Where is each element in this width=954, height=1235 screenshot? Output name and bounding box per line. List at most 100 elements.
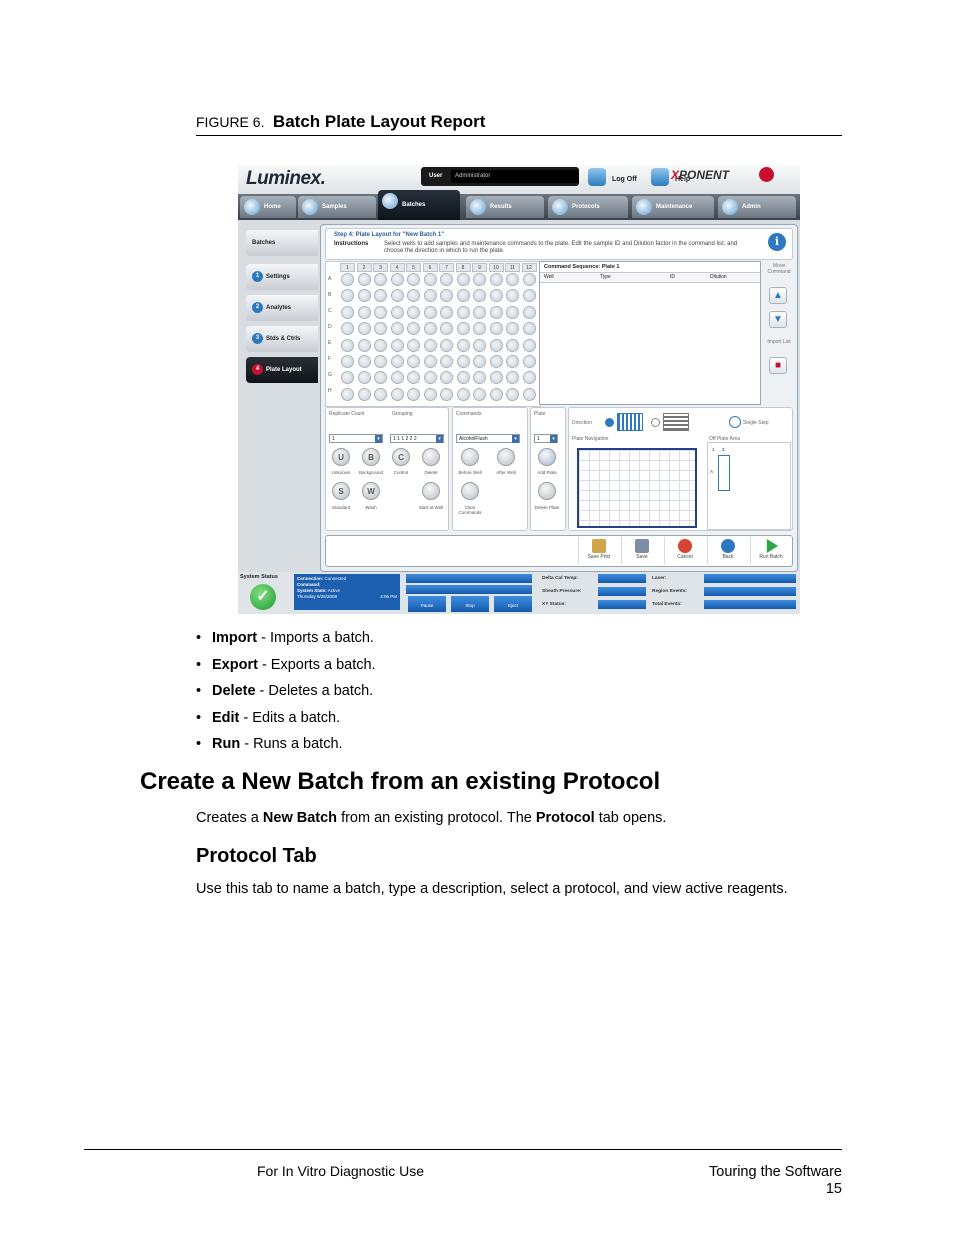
plate-well[interactable] <box>423 289 437 303</box>
cancel-button[interactable]: Cancel <box>664 537 705 564</box>
plate-column-header[interactable]: 12 <box>521 263 537 272</box>
after-well-button[interactable] <box>497 448 515 466</box>
wash-well-button[interactable]: W <box>362 482 380 500</box>
plate-well[interactable] <box>341 273 354 286</box>
plate-well[interactable] <box>390 371 404 385</box>
plate-well[interactable] <box>374 355 387 368</box>
sidebar-item-batches[interactable]: Batches <box>246 230 318 256</box>
plate-well[interactable] <box>423 322 437 336</box>
plate-well[interactable] <box>506 371 519 385</box>
plate-well[interactable] <box>374 322 387 336</box>
plate-well[interactable] <box>473 338 486 352</box>
plate-column-header[interactable]: 3 <box>373 263 388 272</box>
plate-well[interactable] <box>423 273 437 286</box>
plate-well[interactable] <box>341 322 354 336</box>
plate-row-header[interactable]: B <box>328 292 338 298</box>
plate-well[interactable] <box>357 338 371 352</box>
plate-well[interactable] <box>407 387 420 401</box>
plate-column-header[interactable]: 4 <box>389 263 405 272</box>
tab-admin[interactable]: Admin <box>718 196 796 218</box>
plate-well[interactable] <box>456 338 470 352</box>
plate-column-header[interactable]: 5 <box>406 263 421 272</box>
tab-protocols[interactable]: Protocols <box>548 196 628 218</box>
plate-well[interactable] <box>506 387 519 401</box>
plate-well[interactable] <box>357 387 371 401</box>
plate-well[interactable] <box>473 387 486 401</box>
plate-well[interactable] <box>473 273 486 286</box>
plate-well[interactable] <box>506 355 519 368</box>
plate-well[interactable] <box>522 289 536 303</box>
move-down-icon[interactable]: ▼ <box>769 311 787 328</box>
import-list-icon[interactable]: ■ <box>769 357 787 374</box>
save-button[interactable]: Save <box>621 537 662 564</box>
plate-well[interactable] <box>456 289 470 303</box>
help-icon[interactable] <box>651 168 669 186</box>
horizontal-direction-icon[interactable] <box>663 413 689 431</box>
plate-well[interactable] <box>456 322 470 336</box>
logoff-icon[interactable] <box>588 168 606 186</box>
plate-well[interactable] <box>357 355 371 368</box>
plate-well[interactable] <box>522 305 536 319</box>
plate-well[interactable] <box>456 305 470 319</box>
clear-commands-button[interactable] <box>461 482 479 500</box>
plate-well[interactable] <box>440 387 453 401</box>
plate-well[interactable] <box>374 387 387 401</box>
plate-well[interactable] <box>341 289 354 303</box>
plate-well[interactable] <box>506 338 519 352</box>
plate-well[interactable] <box>341 387 354 401</box>
plate-well[interactable] <box>506 322 519 336</box>
plate-row-header[interactable]: D <box>328 324 338 330</box>
plate-select[interactable]: 1 <box>534 434 558 443</box>
direction-radio-horizontal[interactable] <box>651 418 660 427</box>
plate-well[interactable] <box>456 355 470 368</box>
plate-column-header[interactable]: 9 <box>472 263 487 272</box>
commands-select[interactable]: AlcoholFlush <box>456 434 520 443</box>
plate-column-header[interactable]: 6 <box>422 263 438 272</box>
plate-well[interactable] <box>390 387 404 401</box>
plate-well[interactable] <box>489 387 503 401</box>
standard-well-button[interactable]: S <box>332 482 350 500</box>
control-well-button[interactable]: C <box>392 448 410 466</box>
plate-row-header[interactable]: C <box>328 308 338 314</box>
plate-well[interactable] <box>506 305 519 319</box>
delete-well-button[interactable] <box>422 448 440 466</box>
plate-well[interactable] <box>357 305 371 319</box>
move-up-icon[interactable]: ▲ <box>769 287 787 304</box>
info-icon[interactable]: i <box>768 233 786 251</box>
add-plate-button[interactable] <box>538 448 556 466</box>
plate-column-header[interactable]: 2 <box>356 263 372 272</box>
plate-well[interactable] <box>522 355 536 368</box>
plate-row-header[interactable]: A <box>328 276 338 282</box>
eject-button[interactable]: Eject <box>494 596 532 612</box>
run-batch-button[interactable]: Run Batch <box>750 537 791 564</box>
plate-well[interactable] <box>522 322 536 336</box>
before-well-button[interactable] <box>461 448 479 466</box>
plate-column-header[interactable]: 8 <box>455 263 471 272</box>
user-field[interactable]: Administrator <box>451 170 579 183</box>
plate-well[interactable] <box>357 322 371 336</box>
plate-well[interactable] <box>440 305 453 319</box>
plate-row-header[interactable]: G <box>328 372 338 378</box>
plate-column-header[interactable]: 7 <box>439 263 454 272</box>
plate-well[interactable] <box>423 355 437 368</box>
sidebar-item-stds-ctrls[interactable]: 3 Stds & Ctrls <box>246 326 318 352</box>
plate-well[interactable] <box>390 355 404 368</box>
plate-well[interactable] <box>407 338 420 352</box>
plate-well[interactable] <box>440 355 453 368</box>
plate-column-header[interactable]: 11 <box>505 263 520 272</box>
save-protocol-button[interactable]: Save Prtcl <box>578 537 619 564</box>
background-well-button[interactable]: B <box>362 448 380 466</box>
plate-well[interactable] <box>473 289 486 303</box>
plate-well[interactable] <box>489 355 503 368</box>
sidebar-item-analytes[interactable]: 2 Analytes <box>246 295 318 321</box>
unknown-well-button[interactable]: U <box>332 448 350 466</box>
plate-well[interactable] <box>390 322 404 336</box>
pause-button[interactable]: Pause <box>408 596 446 612</box>
start-at-well-button[interactable] <box>422 482 440 500</box>
plate-well[interactable] <box>522 338 536 352</box>
tab-maintenance[interactable]: Maintenance <box>632 196 714 218</box>
plate-well[interactable] <box>390 305 404 319</box>
plate-well[interactable] <box>473 322 486 336</box>
stop-button[interactable]: Stop <box>451 596 489 612</box>
plate-well[interactable] <box>423 338 437 352</box>
